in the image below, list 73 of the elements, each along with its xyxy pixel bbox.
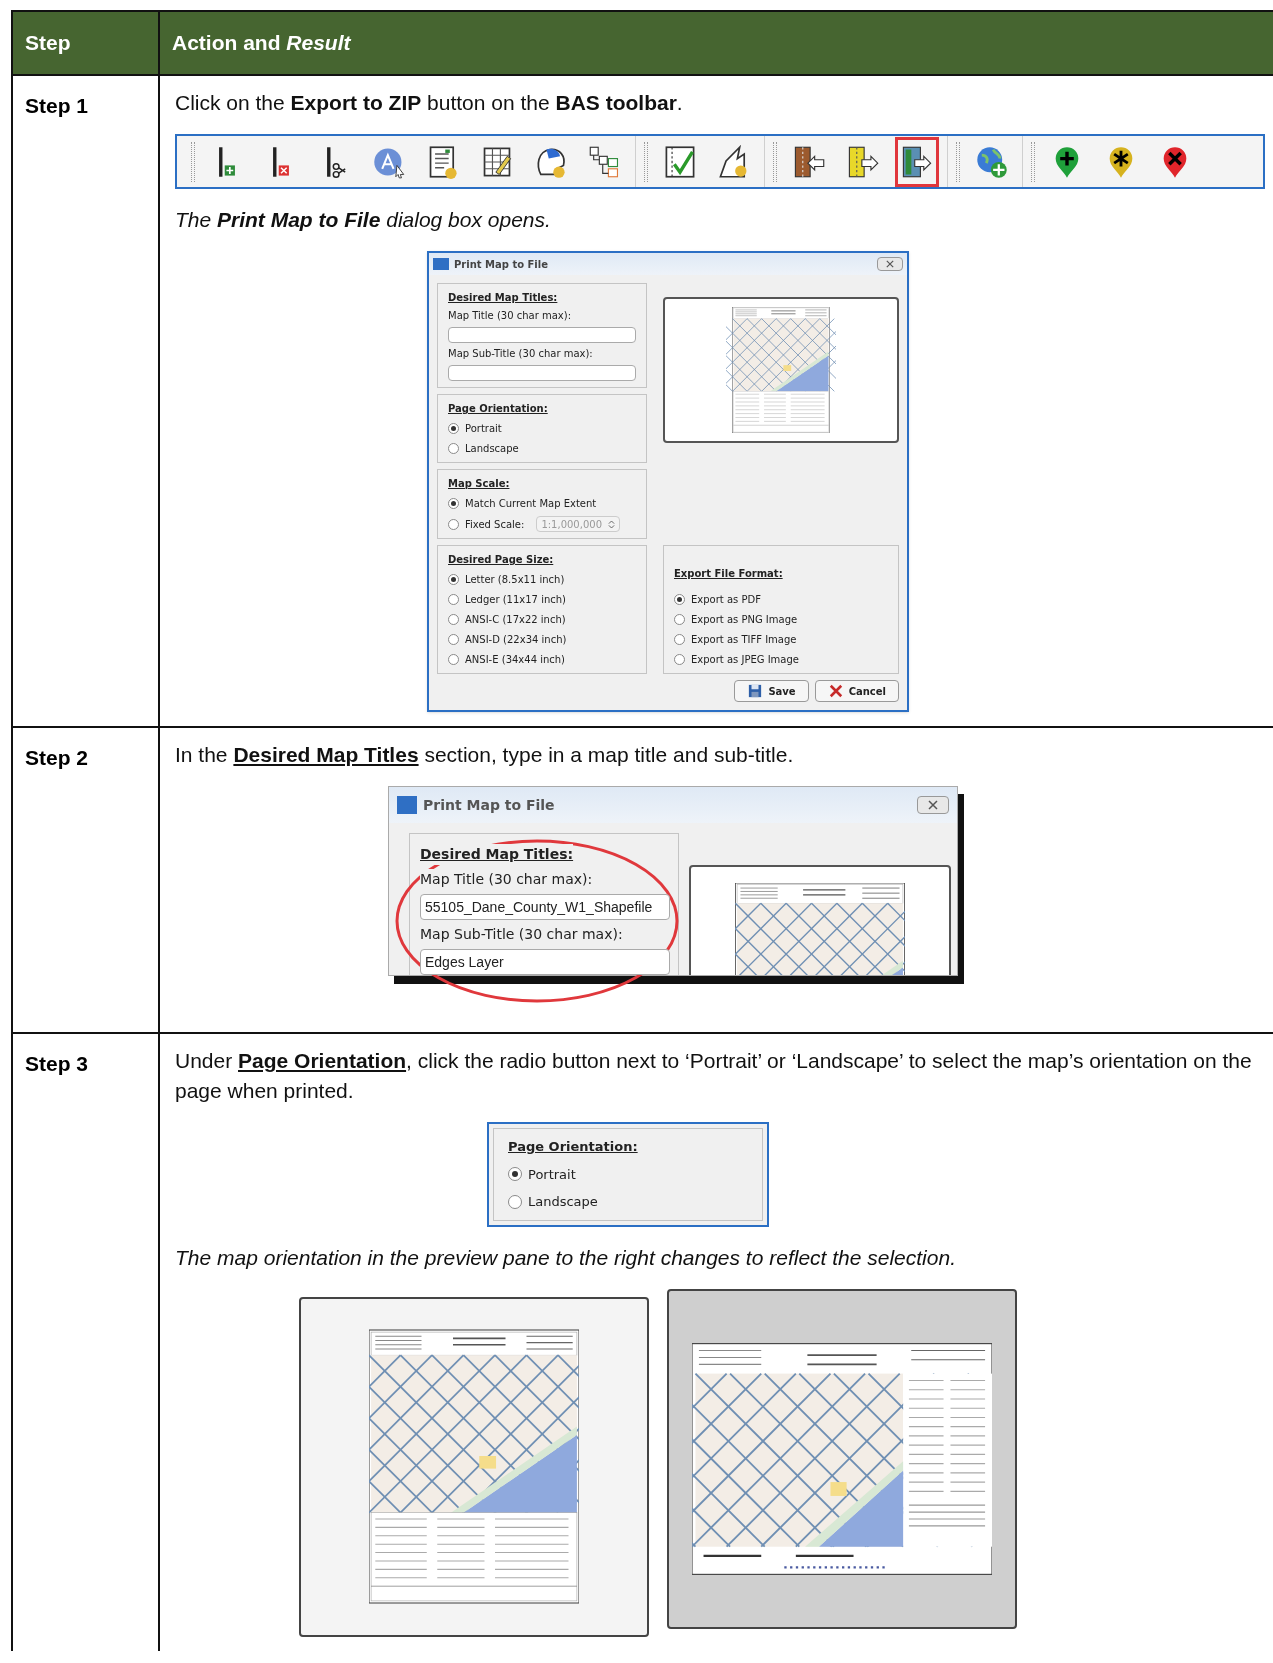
radio-label: Ledger (11x17 inch) <box>465 593 566 607</box>
section-heading: Desired Map Titles: <box>448 292 558 303</box>
section-heading: Map Scale: <box>448 477 511 491</box>
section-heading: Page Orientation: <box>448 402 549 416</box>
instruction-text: Click on the Export to ZIP button on the BAS toolbar. <box>175 90 684 116</box>
radio-button[interactable] <box>674 654 685 665</box>
result-text: The Print Map to File dialog box opens. <box>175 207 552 233</box>
text-field[interactable] <box>448 327 636 343</box>
export-icon <box>900 144 934 179</box>
radio-label: Export as PDF <box>691 593 761 607</box>
spinner-value: 1:1,000,000 <box>541 517 602 532</box>
zip-left-icon <box>792 144 826 179</box>
radio-button[interactable] <box>674 614 685 625</box>
close-button[interactable] <box>917 796 949 814</box>
radio-button[interactable] <box>508 1194 522 1209</box>
radio-label: ANSI-E (34x44 inch) <box>465 653 566 667</box>
radio-label: ANSI-C (17x22 inch) <box>465 613 566 627</box>
app-logo-icon <box>433 258 449 270</box>
radio-button[interactable] <box>674 634 685 645</box>
section-heading: Desired Map Titles: <box>420 844 574 865</box>
column-header: Action and Result <box>172 30 351 57</box>
radio-button[interactable] <box>448 614 459 625</box>
radio-label: Landscape <box>465 442 519 456</box>
zip-right-icon <box>846 144 880 179</box>
radio-button[interactable] <box>448 654 459 665</box>
radio-button[interactable] <box>448 574 459 585</box>
close-button[interactable] <box>877 257 903 271</box>
radio-label: Fixed Scale: <box>465 517 525 532</box>
radio-label: ANSI-D (22x34 inch) <box>465 633 567 647</box>
radio-label: Letter (8.5x11 inch) <box>465 573 565 587</box>
radio-button[interactable] <box>448 594 459 605</box>
globe-plus-icon <box>975 144 1009 179</box>
instruction-text: Under Page Orientation, click the radio button next to ‘Portrait’ or ‘Landscape’ to select the map’s orientation on the page when printed. <box>175 1048 1253 1104</box>
save-button[interactable]: Save <box>734 680 809 702</box>
radio-label: Export as JPEG Image <box>691 653 799 667</box>
result-text: The map orientation in the preview pane to the right changes to reflect the selection. <box>175 1244 957 1271</box>
section-heading: Page Orientation: <box>508 1138 639 1156</box>
radio-button[interactable] <box>448 498 459 509</box>
column-header: Step <box>25 30 71 57</box>
step-label: Step 3 <box>25 1052 89 1075</box>
toolbar-button[interactable] <box>895 136 939 187</box>
field-label: Map Title (30 char max): <box>448 309 572 323</box>
text-field[interactable] <box>448 365 636 381</box>
section-heading: Export File Format: <box>674 567 784 581</box>
text-field[interactable]: 55105_Dane_County_W1_Shapefile <box>420 894 670 920</box>
cross-icon <box>827 684 844 698</box>
radio-button[interactable] <box>448 423 459 434</box>
app-logo-icon <box>397 796 417 814</box>
step-label: Step 1 <box>25 94 89 117</box>
radio-button[interactable] <box>674 594 685 605</box>
radio-button[interactable] <box>448 634 459 645</box>
field-label: Map Sub-Title (30 char max): <box>448 347 594 361</box>
radio-button[interactable] <box>448 518 459 530</box>
spinner-arrows-icon <box>608 519 615 529</box>
field-label: Map Title (30 char max): <box>420 869 593 890</box>
text-field[interactable]: Edges Layer <box>420 949 670 975</box>
checkmark-icon <box>663 144 697 179</box>
radio-button[interactable] <box>448 443 459 454</box>
radio-label: Portrait <box>465 422 502 436</box>
radio-label: Landscape <box>528 1193 598 1211</box>
dialog-title: Print Map to File <box>423 795 555 815</box>
close-icon <box>885 260 895 268</box>
radio-label: Match Current Map Extent <box>465 497 597 511</box>
radio-label: Export as PNG Image <box>691 613 798 627</box>
close-icon <box>927 800 939 810</box>
radio-label: Portrait <box>528 1165 576 1184</box>
radio-label: Export as TIFF Image <box>691 633 797 647</box>
dialog-title: Print Map to File <box>454 257 548 272</box>
step-label: Step 2 <box>25 746 89 769</box>
instruction-text: In the Desired Map Titles section, type in a map title and sub-title. <box>175 742 795 768</box>
section-heading: Desired Page Size: <box>448 553 555 567</box>
radio-button[interactable] <box>508 1167 522 1182</box>
cancel-button[interactable]: Cancel <box>814 680 899 702</box>
